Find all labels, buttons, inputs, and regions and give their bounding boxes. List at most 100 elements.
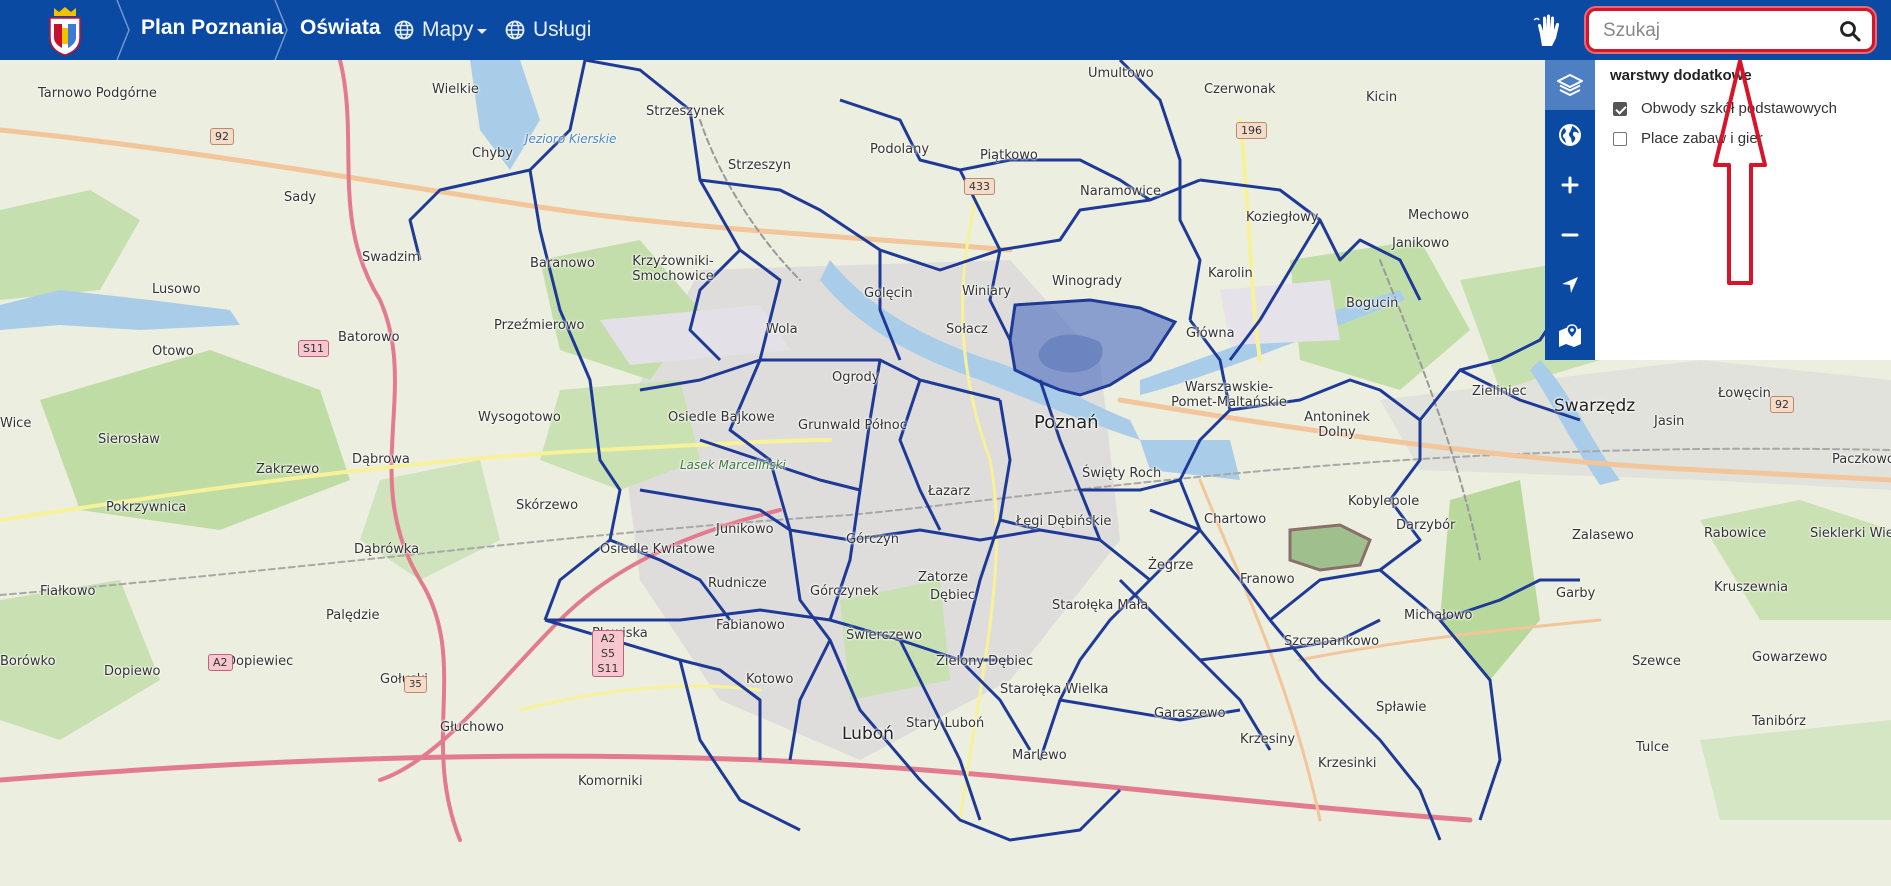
zoom-in-button[interactable] bbox=[1545, 160, 1595, 210]
place-label: Junikowo bbox=[716, 522, 774, 537]
place-label: Dopiewiec bbox=[226, 654, 294, 669]
place-label: Święty Roch bbox=[1082, 466, 1162, 481]
place-label: Umultowo bbox=[1088, 66, 1154, 81]
place-label: Komorniki bbox=[578, 774, 643, 789]
place-label: Borówko bbox=[0, 654, 56, 669]
place-label: Kotowo bbox=[746, 672, 794, 687]
road-shield: 92 bbox=[1770, 396, 1794, 413]
search-input[interactable] bbox=[1603, 17, 1823, 45]
globe-icon bbox=[505, 20, 525, 40]
place-label: Mechowo bbox=[1408, 208, 1470, 223]
place-label: Czerwonak bbox=[1204, 82, 1276, 97]
place-label: Tulce bbox=[1636, 740, 1669, 755]
place-label: Michałowo bbox=[1404, 608, 1473, 623]
services-menu[interactable]: Usługi bbox=[505, 0, 591, 60]
place-label: Jasin bbox=[1654, 414, 1685, 429]
place-label: Dębiec bbox=[930, 588, 976, 603]
place-label: Przeźmierowo bbox=[494, 318, 585, 333]
place-label: Sierosław bbox=[98, 432, 160, 447]
place-label: Główna bbox=[1186, 326, 1235, 341]
place-label: Osiedle Kwiatowe bbox=[600, 542, 716, 557]
place-label: Koziegłowy bbox=[1246, 210, 1319, 225]
map-toolbar bbox=[1545, 60, 1595, 360]
place-label: Lusowo bbox=[152, 282, 201, 297]
place-label: Zakrzewo bbox=[256, 462, 320, 477]
place-label: Piątkowo bbox=[980, 148, 1038, 163]
layer-checkbox[interactable] bbox=[1613, 131, 1627, 146]
place-label: Głuchowo bbox=[440, 720, 504, 735]
place-label: Tanibórz bbox=[1752, 714, 1806, 729]
place-label: Górczynek bbox=[810, 584, 879, 599]
place-label: Pokrzywnica bbox=[106, 500, 187, 515]
place-label: Marlewo bbox=[1012, 748, 1067, 763]
services-menu-label: Usługi bbox=[533, 18, 592, 41]
place-label: Dopiewo bbox=[104, 664, 161, 679]
place-label: Górczyn bbox=[846, 532, 899, 547]
basemap-button[interactable] bbox=[1545, 110, 1595, 160]
place-label: Podolany bbox=[870, 142, 930, 157]
place-label: Bogucin bbox=[1346, 296, 1399, 311]
place-label: Wysogotowo bbox=[478, 410, 561, 425]
road-shield: 92 bbox=[210, 128, 234, 145]
breadcrumb-home[interactable]: Plan Poznania bbox=[141, 0, 283, 60]
place-label: Gowarzewo bbox=[1752, 650, 1828, 665]
place-label: Swadzim bbox=[362, 250, 421, 265]
place-label: Winiary bbox=[962, 284, 1012, 299]
place-label: Zatorze bbox=[918, 570, 969, 585]
place-label: Świerczewo bbox=[846, 628, 923, 643]
road-shield: 433 bbox=[964, 178, 995, 195]
place-label: Strzeszynek bbox=[646, 104, 725, 119]
place-label: Fiałkowo bbox=[40, 584, 96, 599]
road-shield: S11 bbox=[298, 340, 329, 357]
place-label: Łęgi Dębińskie bbox=[1016, 514, 1112, 529]
place-label: Rudnicze bbox=[708, 576, 767, 591]
breadcrumb-section[interactable]: Oświata bbox=[300, 0, 381, 60]
place-label: Darzybór bbox=[1396, 518, 1456, 533]
place-label: Garaszewo bbox=[1154, 706, 1226, 721]
city-label: Poznań bbox=[1034, 412, 1099, 433]
place-label: Wola bbox=[766, 322, 798, 337]
maps-menu[interactable]: Mapy bbox=[394, 0, 488, 60]
place-label: Chyby bbox=[472, 146, 513, 161]
place-label: Batorowo bbox=[338, 330, 400, 345]
place-label: Dąbrowa bbox=[352, 452, 410, 467]
lake-label: Jezioro Kierskie bbox=[525, 132, 617, 146]
place-label: Chartowo bbox=[1204, 512, 1267, 527]
place-label: Starołęka Mała bbox=[1052, 598, 1149, 613]
place-label: Łazarz bbox=[928, 484, 971, 499]
road-shield: A2 bbox=[208, 654, 233, 671]
place-label: Sołacz bbox=[946, 322, 988, 337]
place-label: Tarnowo Podgórne bbox=[38, 86, 157, 101]
city-crest-icon[interactable] bbox=[42, 4, 88, 56]
place-label: Warszawskie-Pomet-Maltańskie bbox=[1171, 380, 1287, 410]
place-label: Fabianowo bbox=[716, 618, 785, 633]
search-icon[interactable] bbox=[1838, 19, 1862, 43]
zoom-out-button[interactable] bbox=[1545, 210, 1595, 260]
place-label: Otowo bbox=[152, 344, 194, 359]
app-window: Tarnowo Podgórne Wielkie Jezioro Kierski… bbox=[0, 0, 1891, 886]
place-label: Krzesinki bbox=[1318, 756, 1377, 771]
road-shield: A2 S5 S11 bbox=[592, 630, 624, 677]
zoom-out-icon bbox=[1561, 233, 1579, 237]
place-label: Krzyżowniki-Smochowice bbox=[632, 254, 714, 284]
forest-label: Lasek Marceliński bbox=[680, 458, 786, 472]
place-label: Grunwald Północ bbox=[798, 418, 907, 433]
locate-button[interactable] bbox=[1545, 260, 1595, 310]
map-view-button[interactable] bbox=[1545, 310, 1595, 360]
place-label: Ogrody bbox=[832, 370, 880, 385]
place-label: Swarzędz bbox=[1554, 396, 1636, 416]
layer-checkbox[interactable] bbox=[1613, 101, 1627, 116]
search-box bbox=[1586, 8, 1875, 52]
place-label: Franowo bbox=[1240, 572, 1295, 587]
place-label: Golęcin bbox=[864, 286, 913, 301]
place-label: Luboń bbox=[842, 724, 894, 744]
place-label: Stary Luboń bbox=[906, 716, 985, 731]
place-label: Rabowice bbox=[1704, 526, 1767, 541]
sign-language-icon[interactable] bbox=[1532, 12, 1564, 48]
layers-button[interactable] bbox=[1545, 60, 1595, 110]
globe-icon bbox=[1559, 124, 1581, 146]
breadcrumb-separator-icon bbox=[116, 0, 130, 60]
top-bar: Plan Poznania Oświata Mapy Usługi bbox=[0, 0, 1891, 60]
place-label: Kicin bbox=[1366, 90, 1398, 105]
place-label: Baranowo bbox=[530, 256, 595, 271]
